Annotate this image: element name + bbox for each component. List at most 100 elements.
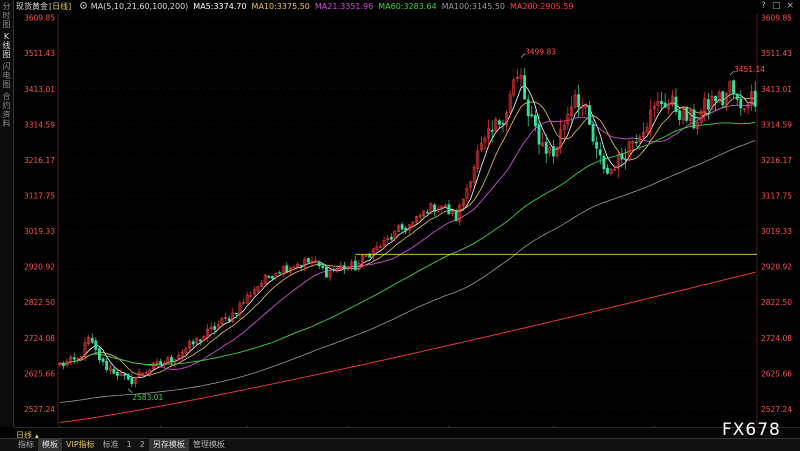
candle-body (332, 269, 336, 271)
candle-body (130, 377, 134, 385)
price-annotation: 3499.83 (525, 47, 556, 56)
candle-body (234, 312, 238, 315)
candle-body (634, 141, 638, 144)
y-tick-label-left: 3511.43 (24, 49, 55, 58)
candle-body (706, 99, 710, 110)
y-axis-ticks: 3609.85 3609.85 3511.43 3511.43 3413.01 3413.… (24, 14, 792, 414)
ma5-value: MA5:3374.70 (193, 2, 247, 11)
save-template-button[interactable]: 另存模板 (148, 439, 189, 451)
ma10-value: MA10:3375.50 (251, 2, 310, 11)
candle-body (270, 276, 274, 279)
candle-body (606, 167, 609, 174)
candle-body (72, 357, 76, 360)
sidebar-tab-kline[interactable]: K线图 (0, 32, 13, 59)
ma60-value: MA60:3283.64 (378, 2, 437, 11)
y-tick-label-right: 3609.85 (761, 14, 792, 23)
candle-body (490, 129, 494, 132)
candle-body (425, 211, 429, 214)
help-icon[interactable]: ? (761, 1, 766, 11)
y-tick-label-left: 3117.75 (24, 192, 55, 201)
candle-body (602, 155, 606, 170)
y-tick-label-right: 3216.17 (761, 156, 792, 165)
candle-body (552, 146, 555, 157)
y-tick-label-left: 3413.01 (24, 85, 55, 94)
candle-body (692, 109, 696, 129)
candle-body (721, 91, 725, 106)
candle-body (537, 124, 541, 145)
tab-vip-indicators[interactable]: VIP指标 (62, 439, 99, 451)
tab-2[interactable]: 2 (136, 439, 149, 451)
candle-body (400, 224, 404, 230)
tab-standard[interactable]: 标准 (99, 439, 123, 451)
candle-body (126, 374, 130, 380)
candle-body (739, 98, 743, 109)
candle-body (530, 114, 534, 117)
bottom-toolbar: 指标 模板 VIP指标 标准 1 2 另存模板 管理模板 (0, 438, 800, 451)
chart-overlays: 3499.83 3451.14 2583.01 (128, 47, 765, 402)
candle-body (714, 95, 717, 102)
candle-body (198, 339, 202, 342)
y-tick-label-right: 2822.50 (761, 298, 792, 307)
y-tick-label-left: 3609.85 (24, 14, 55, 23)
candle-body (595, 141, 599, 149)
candle-body (278, 272, 282, 274)
y-tick-label-right: 2625.66 (761, 369, 792, 378)
candle-body (685, 106, 689, 121)
candle-body (306, 258, 310, 263)
candle-body (447, 204, 451, 215)
ma21-value: MA21:3351.96 (314, 2, 374, 11)
tab-templates[interactable]: 模板 (38, 439, 62, 451)
candle-body (325, 266, 328, 278)
candle-body (123, 373, 127, 376)
candle-body (101, 358, 105, 362)
y-tick-label-right: 2920.92 (761, 263, 792, 272)
fx678-watermark: FX678 (722, 420, 781, 440)
candle-body (116, 371, 119, 376)
y-tick-label-right: 2724.08 (761, 334, 792, 343)
period-label: [日线] (49, 2, 72, 11)
manage-templates-button[interactable]: 管理模板 (189, 439, 229, 451)
candle-body (213, 326, 217, 330)
candle-body (732, 80, 735, 95)
candle-body (317, 261, 321, 267)
ma-params: MA(5,10,21,60,100,200) (90, 2, 189, 11)
y-tick-label-right: 2527.24 (761, 405, 792, 414)
candle-body (598, 149, 602, 156)
candle-body (544, 141, 548, 154)
sidebar-tab-timeline[interactable]: 分时图 (0, 2, 13, 29)
candle-body (404, 227, 408, 231)
candle-body (577, 94, 581, 108)
y-tick-label-left: 2724.08 (24, 334, 55, 343)
symbol-name: 现货黄金 (16, 2, 48, 11)
candle-body (321, 265, 325, 268)
candle-body (98, 348, 101, 361)
y-tick-label-left: 2527.24 (24, 405, 55, 414)
candle-body (105, 361, 109, 370)
ma10-line (59, 96, 756, 376)
price-annotation: 2583.01 (132, 393, 163, 402)
tab-1[interactable]: 1 (123, 439, 136, 451)
y-tick-label-left: 2625.66 (24, 369, 55, 378)
tab-indicators[interactable]: 指标 (14, 439, 38, 451)
y-tick-label-left: 3019.33 (24, 227, 55, 236)
candle-body (159, 361, 163, 366)
price-chart[interactable]: 3499.83 3451.14 2583.01 3609.85 3609.85 3511… (0, 0, 800, 450)
candle-body (90, 337, 94, 343)
window-controls: ? □ × (755, 1, 794, 12)
candle-body (501, 122, 505, 125)
settings-icon[interactable] (79, 1, 88, 10)
sidebar-tab-flash[interactable]: 闪电图 (0, 62, 13, 89)
candle-body (591, 124, 595, 142)
candle-body (674, 96, 678, 112)
close-icon[interactable]: × (786, 1, 794, 11)
y-tick-label-left: 2822.50 (24, 298, 55, 307)
candle-body (735, 93, 739, 100)
y-tick-label-left: 3216.17 (24, 156, 55, 165)
y-tick-label-left: 3314.59 (24, 120, 55, 129)
maximize-icon[interactable]: □ (772, 1, 781, 11)
candle-body (61, 362, 65, 366)
candle-body (523, 75, 527, 100)
sidebar-tab-contract-info[interactable]: 合约资料 (0, 92, 13, 128)
candle-body (94, 340, 98, 350)
y-tick-label-right: 3019.33 (761, 227, 792, 236)
